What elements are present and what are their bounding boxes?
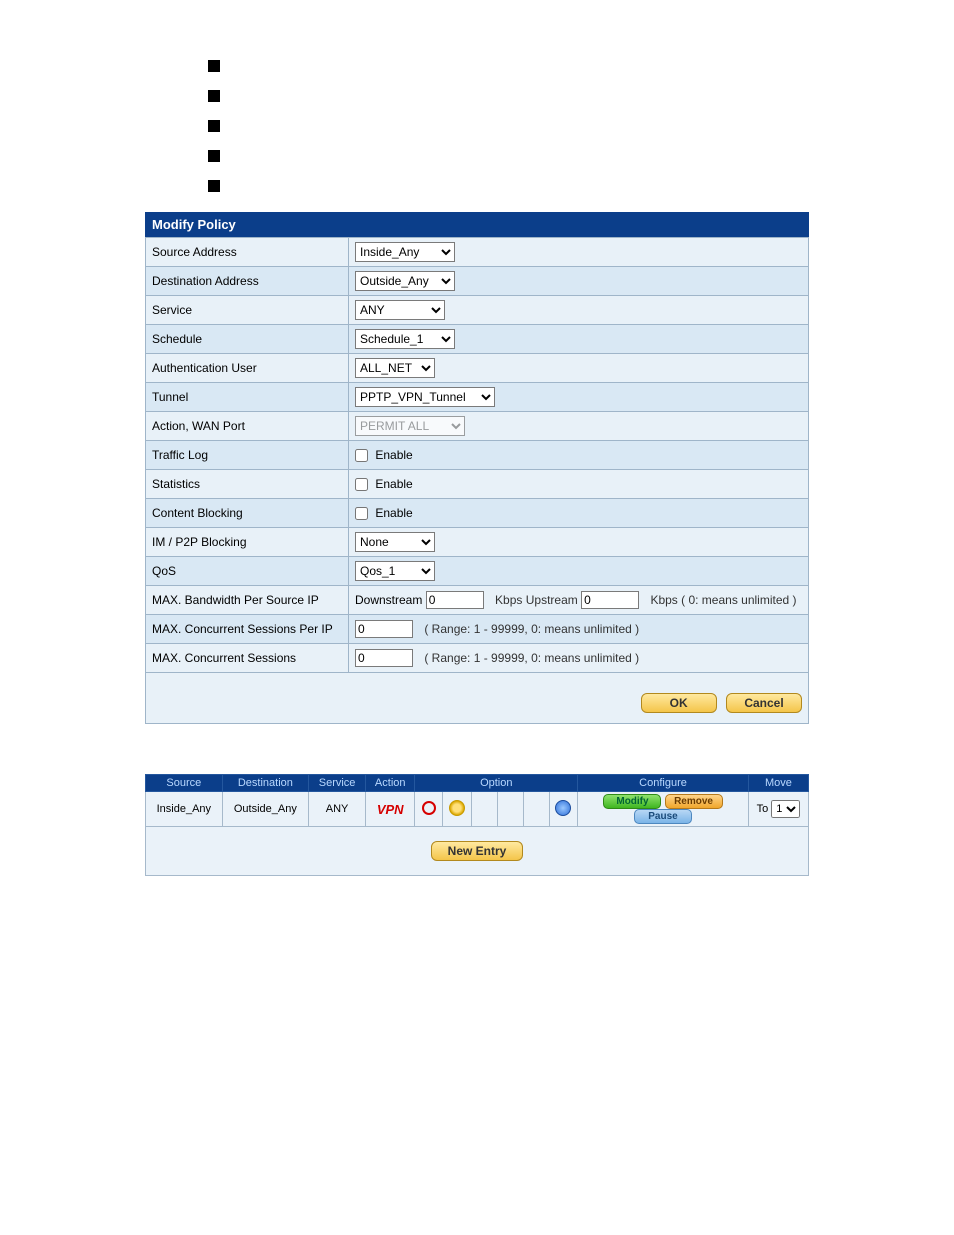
bullet-square bbox=[208, 150, 220, 162]
content-blocking-label: Content Blocking bbox=[146, 499, 349, 528]
top-bullet-list bbox=[208, 60, 954, 192]
schedule-label: Schedule bbox=[146, 325, 349, 354]
qos-label: QoS bbox=[146, 557, 349, 586]
enable-text: Enable bbox=[375, 448, 412, 462]
cell-move: To 1 bbox=[748, 792, 808, 827]
imp2p-select[interactable]: None bbox=[355, 532, 435, 552]
enable-text: Enable bbox=[375, 506, 412, 520]
content-blocking-checkbox[interactable] bbox=[355, 507, 368, 520]
cell-source: Inside_Any bbox=[146, 792, 223, 827]
bw-tail-hint: Kbps ( 0: means unlimited ) bbox=[650, 593, 796, 607]
qos-select[interactable]: Qos_1 bbox=[355, 561, 435, 581]
max-sess-input[interactable] bbox=[355, 649, 413, 667]
col-move: Move bbox=[748, 775, 808, 792]
tunnel-select[interactable]: PPTP_VPN_Tunnel bbox=[355, 387, 495, 407]
bullet-square bbox=[208, 90, 220, 102]
policy-list-panel: Source Destination Service Action Option… bbox=[145, 774, 809, 876]
action-wan-select: PERMIT ALL bbox=[355, 416, 465, 436]
traffic-log-checkbox[interactable] bbox=[355, 449, 368, 462]
source-address-label: Source Address bbox=[146, 238, 349, 267]
globe-icon bbox=[555, 800, 571, 816]
source-address-select[interactable]: Inside_Any bbox=[355, 242, 455, 262]
content-blocking-enable[interactable]: Enable bbox=[355, 506, 413, 520]
max-sess-per-ip-hint: ( Range: 1 - 99999, 0: means unlimited ) bbox=[424, 622, 639, 636]
max-bw-label: MAX. Bandwidth Per Source IP bbox=[146, 586, 349, 615]
new-entry-button[interactable]: New Entry bbox=[431, 841, 523, 861]
upstream-input[interactable] bbox=[581, 591, 639, 609]
schedule-select[interactable]: Schedule_1 bbox=[355, 329, 455, 349]
max-sess-hint: ( Range: 1 - 99999, 0: means unlimited ) bbox=[424, 651, 639, 665]
option-cell bbox=[471, 792, 497, 827]
max-sess-per-ip-input[interactable] bbox=[355, 620, 413, 638]
col-source: Source bbox=[146, 775, 223, 792]
modify-policy-panel: Modify Policy Source Address Inside_Any … bbox=[145, 212, 809, 724]
traffic-log-enable[interactable]: Enable bbox=[355, 448, 413, 462]
ok-button[interactable]: OK bbox=[641, 693, 717, 713]
downstream-input[interactable] bbox=[426, 591, 484, 609]
cell-action-vpn: VPN bbox=[366, 792, 415, 827]
statistics-label: Statistics bbox=[146, 470, 349, 499]
policy-form-table: Source Address Inside_Any Destination Ad… bbox=[145, 237, 809, 673]
max-sess-per-ip-label: MAX. Concurrent Sessions Per IP bbox=[146, 615, 349, 644]
move-to-select[interactable]: 1 bbox=[771, 800, 800, 818]
col-option: Option bbox=[415, 775, 578, 792]
max-sess-label: MAX. Concurrent Sessions bbox=[146, 644, 349, 673]
col-destination: Destination bbox=[222, 775, 308, 792]
service-select[interactable]: ANY bbox=[355, 300, 445, 320]
auth-user-label: Authentication User bbox=[146, 354, 349, 383]
modify-button[interactable]: Modify bbox=[603, 794, 661, 809]
kbps-upstream-label: Kbps Upstream bbox=[495, 593, 578, 607]
col-configure: Configure bbox=[578, 775, 749, 792]
pause-button[interactable]: Pause bbox=[634, 809, 692, 824]
cell-destination: Outside_Any bbox=[222, 792, 308, 827]
cancel-button[interactable]: Cancel bbox=[726, 693, 802, 713]
to-label: To bbox=[757, 803, 769, 815]
remove-button[interactable]: Remove bbox=[665, 794, 723, 809]
traffic-log-label: Traffic Log bbox=[146, 441, 349, 470]
panel-title: Modify Policy bbox=[145, 212, 809, 237]
col-service: Service bbox=[309, 775, 366, 792]
option-cell bbox=[497, 792, 523, 827]
action-wan-label: Action, WAN Port bbox=[146, 412, 349, 441]
destination-address-select[interactable]: Outside_Any bbox=[355, 271, 455, 291]
tunnel-label: Tunnel bbox=[146, 383, 349, 412]
bullet-square bbox=[208, 60, 220, 72]
statistics-checkbox[interactable] bbox=[355, 478, 368, 491]
bullet-square bbox=[208, 120, 220, 132]
form-button-row: OK Cancel bbox=[145, 673, 809, 724]
downstream-label: Downstream bbox=[355, 593, 422, 607]
option-cell bbox=[523, 792, 549, 827]
bullet-square bbox=[208, 180, 220, 192]
policy-list-table: Source Destination Service Action Option… bbox=[145, 774, 809, 827]
table-row: Inside_Any Outside_Any ANY VPN Modify Re… bbox=[146, 792, 809, 827]
imp2p-label: IM / P2P Blocking bbox=[146, 528, 349, 557]
cell-service: ANY bbox=[309, 792, 366, 827]
enable-text: Enable bbox=[375, 477, 412, 491]
clock-icon bbox=[422, 801, 436, 815]
col-action: Action bbox=[366, 775, 415, 792]
cell-configure: Modify Remove Pause bbox=[578, 792, 749, 827]
statistics-enable[interactable]: Enable bbox=[355, 477, 413, 491]
destination-address-label: Destination Address bbox=[146, 267, 349, 296]
auth-user-select[interactable]: ALL_NET bbox=[355, 358, 435, 378]
service-label: Service bbox=[146, 296, 349, 325]
blocking-icon bbox=[449, 800, 465, 816]
new-entry-row: New Entry bbox=[145, 827, 809, 876]
